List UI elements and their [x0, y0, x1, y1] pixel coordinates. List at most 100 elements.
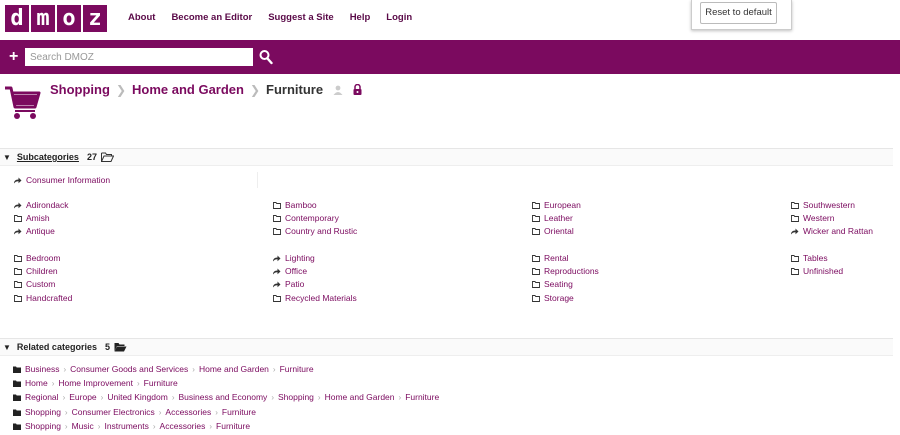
related-category-link[interactable]: Furniture — [144, 378, 178, 388]
folder-icon — [272, 214, 281, 222]
related-category-link[interactable]: Consumer Goods and Services — [70, 364, 188, 374]
subcategory-contemporary[interactable]: Contemporary — [272, 213, 339, 223]
related-category-link[interactable]: Shopping — [25, 421, 61, 431]
top-nav: About Become an Editor Suggest a Site He… — [128, 12, 412, 23]
chevron-right-icon: ❯ — [115, 82, 126, 97]
nav-login[interactable]: Login — [386, 12, 412, 23]
related-category-link[interactable]: Europe — [69, 392, 96, 402]
chevron-right-icon: › — [158, 407, 162, 417]
related-category-link[interactable]: Home — [25, 378, 48, 388]
subcategory-label: Bedroom — [26, 253, 61, 263]
related-category-link[interactable]: Regional — [25, 392, 59, 402]
chevron-right-icon: › — [215, 407, 218, 417]
related-title: Related categories — [16, 342, 97, 352]
dmoz-logo[interactable]: d m o z — [5, 5, 107, 32]
subcategory-label: European — [544, 200, 581, 210]
collapse-triangle-icon[interactable]: ▼ — [3, 153, 11, 162]
subcategory-patio[interactable]: Patio — [272, 279, 304, 289]
related-category-link[interactable]: Home Improvement — [58, 378, 133, 388]
subcategory-oriental[interactable]: Oriental — [531, 226, 574, 236]
collapse-triangle-icon[interactable]: ▼ — [3, 343, 11, 352]
related-category-link[interactable]: Consumer Electronics — [72, 407, 155, 417]
subcategory-lighting[interactable]: Lighting — [272, 253, 315, 263]
subcategory-handcrafted[interactable]: Handcrafted — [13, 293, 72, 303]
related-header[interactable]: ▼ Related categories 5 — [0, 338, 893, 356]
subcategory-label: Contemporary — [285, 213, 339, 223]
subcategory-storage[interactable]: Storage — [531, 293, 574, 303]
chevron-right-icon: › — [272, 364, 276, 374]
breadcrumb-shopping[interactable]: Shopping — [50, 82, 110, 97]
subcategory-european[interactable]: European — [531, 200, 581, 210]
subcategory-adirondack[interactable]: Adirondack — [13, 200, 69, 210]
folder-icon — [13, 380, 21, 387]
subcategories-title[interactable]: Subcategories — [17, 152, 79, 162]
subcategory-bamboo[interactable]: Bamboo — [272, 200, 317, 210]
nav-help[interactable]: Help — [350, 12, 371, 23]
subcategories-header[interactable]: ▼ Subcategories 27 — [0, 148, 893, 166]
search-icon[interactable] — [259, 49, 273, 65]
subcategory-custom[interactable]: Custom — [13, 279, 55, 289]
related-category-link[interactable]: United Kingdom — [107, 392, 167, 402]
subcategory-consumer-information[interactable]: Consumer Information — [13, 175, 110, 185]
related-category-link[interactable]: Shopping — [25, 407, 61, 417]
subcategory-seating[interactable]: Seating — [531, 279, 573, 289]
reset-to-default-button[interactable]: Reset to default — [700, 2, 777, 24]
related-category-link[interactable]: Shopping — [278, 392, 314, 402]
folder-icon — [13, 294, 22, 302]
subcategory-southwestern[interactable]: Southwestern — [790, 200, 855, 210]
folder-icon — [13, 423, 21, 430]
subcategory-label: Unfinished — [803, 266, 844, 276]
plus-icon[interactable]: + — [9, 49, 18, 65]
nav-about[interactable]: About — [128, 12, 155, 23]
user-icon[interactable] — [333, 85, 343, 95]
related-category-link[interactable]: Instruments — [104, 421, 148, 431]
chevron-right-icon: › — [271, 392, 274, 402]
column-divider — [257, 172, 258, 188]
lock-icon[interactable] — [353, 84, 362, 95]
related-category-link[interactable]: Music — [72, 421, 94, 431]
subcategory-office[interactable]: Office — [272, 266, 307, 276]
subcategory-amish[interactable]: Amish — [13, 213, 50, 223]
related-category-link[interactable]: Business — [25, 364, 60, 374]
related-category-link[interactable]: Furniture — [216, 421, 250, 431]
search-input[interactable] — [25, 48, 253, 66]
subcategory-label: Custom — [26, 279, 56, 289]
logo-letter: m — [31, 5, 55, 32]
chevron-right-icon: › — [64, 407, 68, 417]
subcategory-recycled-materials[interactable]: Recycled Materials — [272, 293, 357, 303]
related-category-link[interactable]: Business and Economy — [178, 392, 267, 402]
subcategory-tables[interactable]: Tables — [790, 253, 828, 263]
chevron-right-icon: › — [171, 392, 175, 402]
subcategory-leather[interactable]: Leather — [531, 213, 573, 223]
related-category-link[interactable]: Home and Garden — [199, 364, 269, 374]
subcategory-antique[interactable]: Antique — [13, 226, 55, 236]
related-category-link[interactable]: Accessories — [160, 421, 206, 431]
subcategory-children[interactable]: Children — [13, 266, 58, 276]
subcategory-bedroom[interactable]: Bedroom — [13, 253, 61, 263]
subcategory-rental[interactable]: Rental — [531, 253, 569, 263]
related-category-link[interactable]: Accessories — [165, 407, 211, 417]
related-category-link[interactable]: Furniture — [222, 407, 256, 417]
subcategory-label: Reproductions — [544, 266, 599, 276]
subcategory-wicker-and-rattan[interactable]: Wicker and Rattan — [790, 226, 873, 236]
subcategory-western[interactable]: Western — [790, 213, 835, 223]
subcategory-label: Country and Rustic — [285, 226, 358, 236]
subcategory-reproductions[interactable]: Reproductions — [531, 266, 599, 276]
related-category-link[interactable]: Furniture — [280, 364, 314, 374]
subcategory-label: Patio — [285, 279, 305, 289]
related-category-row: Shopping › Music › Instruments › Accessories › F… — [13, 421, 250, 431]
search-bar: + — [0, 40, 900, 74]
related-category-link[interactable]: Furniture — [405, 392, 439, 402]
related-count: 5 — [104, 342, 110, 352]
related-category-link[interactable]: Home and Garden — [325, 392, 395, 402]
folder-icon — [790, 254, 799, 262]
subcategory-label: Antique — [26, 226, 55, 236]
subcategory-unfinished[interactable]: Unfinished — [790, 266, 843, 276]
nav-become-editor[interactable]: Become an Editor — [171, 12, 252, 23]
chevron-right-icon: › — [51, 378, 55, 388]
nav-suggest-site[interactable]: Suggest a Site — [268, 12, 333, 23]
related-category-row: Regional › Europe › United Kingdom › Business … — [13, 392, 439, 402]
folder-icon — [13, 280, 22, 288]
subcategory-country-and-rustic[interactable]: Country and Rustic — [272, 226, 357, 236]
breadcrumb-home-and-garden[interactable]: Home and Garden — [132, 82, 244, 97]
